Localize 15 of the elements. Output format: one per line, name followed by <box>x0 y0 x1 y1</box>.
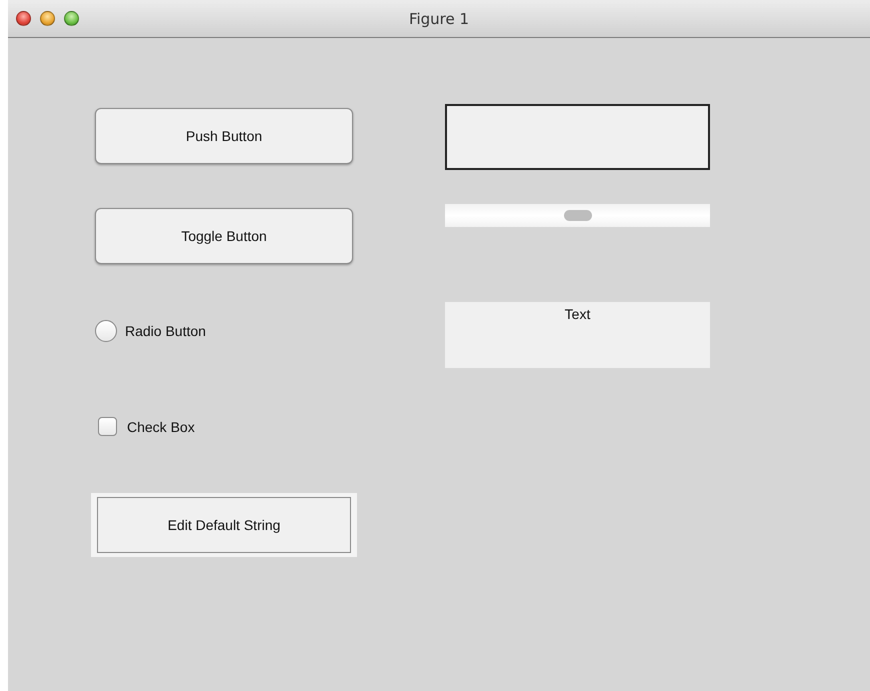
checkbox[interactable] <box>98 417 117 436</box>
zoom-button[interactable] <box>64 11 79 26</box>
slider-track[interactable] <box>445 204 710 227</box>
window-title: Figure 1 <box>408 10 470 28</box>
radio-label: Radio Button <box>125 323 206 339</box>
static-text: Text <box>564 306 590 322</box>
edit-field[interactable]: Edit Default String <box>97 497 351 553</box>
checkbox-label: Check Box <box>127 418 195 434</box>
close-button[interactable] <box>16 11 31 26</box>
push-button[interactable]: Push Button <box>95 108 353 164</box>
toggle-button[interactable]: Toggle Button <box>95 208 353 264</box>
minimize-button[interactable] <box>40 11 55 26</box>
radio-button[interactable] <box>95 320 117 342</box>
list-box[interactable] <box>445 104 710 170</box>
slider-thumb[interactable] <box>564 210 592 221</box>
